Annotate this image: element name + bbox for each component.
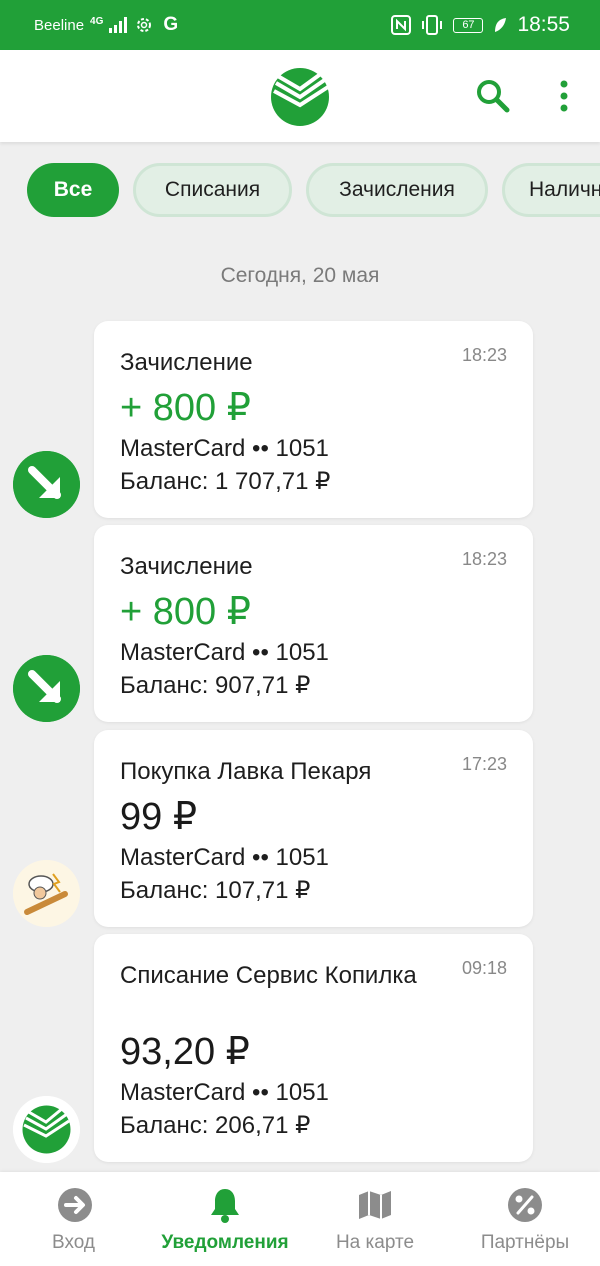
- arrow-down-right-icon: [13, 655, 80, 722]
- signal-icon: [109, 17, 128, 33]
- bottom-navigation: Вход Уведомления На карте Партнёры: [0, 1172, 600, 1266]
- more-vertical-icon[interactable]: [552, 77, 576, 115]
- leaf-icon: [495, 18, 507, 32]
- notification-card[interactable]: Списание Сервис Копилка 09:18 93,20 ₽ Ma…: [94, 934, 533, 1162]
- notification-balance: Баланс: 907,71 ₽: [120, 672, 311, 699]
- notification-card[interactable]: Зачисление 18:23 + 800 ₽ MasterCard •• 1…: [94, 321, 533, 518]
- notification-time: 09:18: [461, 958, 507, 978]
- nav-item-login[interactable]: Вход: [0, 1172, 150, 1266]
- notification-card[interactable]: Зачисление 18:23 + 800 ₽ MasterCard •• 1…: [94, 525, 533, 722]
- nav-label: На карте: [335, 1232, 415, 1253]
- notification-time: 18:23: [461, 549, 507, 569]
- filter-chip-label: Зачисления: [339, 178, 455, 201]
- login-arrow-icon: [58, 1188, 92, 1222]
- notification-balance: Баланс: 1 707,71 ₽: [120, 468, 331, 495]
- bell-icon: [211, 1189, 239, 1223]
- nav-label: Вход: [52, 1232, 95, 1253]
- nav-item-partners[interactable]: Партнёры: [450, 1172, 600, 1266]
- filter-chip-cash[interactable]: Наличные: [502, 163, 600, 217]
- notification-card-number: MasterCard •• 1051: [120, 844, 329, 871]
- nav-label: Уведомления: [161, 1232, 289, 1253]
- notification-card[interactable]: Покупка Лавка Пекаря 17:23 99 ₽ MasterCa…: [94, 730, 533, 927]
- filter-chip-label: Наличные: [529, 178, 600, 201]
- notification-title: Зачисление: [120, 553, 253, 580]
- settings-gear-icon: [137, 18, 152, 32]
- notification-balance: Баланс: 206,71 ₽: [120, 1112, 311, 1139]
- notification-card-number: MasterCard •• 1051: [120, 1079, 329, 1106]
- filter-chip-debits[interactable]: Списания: [133, 163, 292, 217]
- map-icon: [359, 1191, 391, 1219]
- nav-label: Партнёры: [480, 1232, 570, 1253]
- status-bar: Beeline 4G G 67 18:55: [0, 0, 600, 50]
- notification-title: Списание Сервис Копилка: [120, 962, 417, 989]
- notification-amount: 93,20 ₽: [120, 1031, 250, 1073]
- filter-chips: Все Списания Зачисления Наличные: [0, 163, 600, 217]
- network-type: 4G: [90, 15, 104, 27]
- nfc-icon: [391, 15, 412, 35]
- arrow-down-right-icon: [13, 451, 80, 518]
- carrier-name: Beeline: [34, 16, 85, 34]
- notification-balance: Баланс: 107,71 ₽: [120, 877, 311, 904]
- app-header: [0, 50, 600, 142]
- vibrate-icon: [422, 15, 443, 35]
- battery-indicator: 67: [453, 17, 484, 33]
- search-icon[interactable]: [474, 77, 512, 115]
- notification-card-number: MasterCard •• 1051: [120, 639, 329, 666]
- notification-amount: + 800 ₽: [120, 591, 251, 633]
- filter-chip-all[interactable]: Все: [27, 163, 119, 217]
- notification-title: Зачисление: [120, 349, 253, 376]
- notification-time: 18:23: [461, 345, 507, 365]
- sber-logo-icon: [271, 68, 330, 126]
- nav-item-map[interactable]: На карте: [300, 1172, 450, 1266]
- bakery-chef-icon: [13, 860, 80, 927]
- sber-logo-icon: [13, 1096, 80, 1163]
- nav-item-notifications[interactable]: Уведомления: [150, 1172, 300, 1266]
- status-left: Beeline 4G G: [34, 0, 178, 50]
- notification-amount: 99 ₽: [120, 796, 198, 838]
- notification-card-number: MasterCard •• 1051: [120, 435, 329, 462]
- date-header: Сегодня, 20 мая: [220, 264, 380, 287]
- filter-chip-label: Списания: [164, 178, 261, 201]
- percent-icon: [508, 1188, 542, 1222]
- notification-title: Покупка Лавка Пекаря: [120, 758, 372, 785]
- notification-amount: + 800 ₽: [120, 387, 251, 429]
- filter-chip-credits[interactable]: Зачисления: [306, 163, 488, 217]
- notification-time: 17:23: [461, 754, 507, 774]
- clock: 18:55: [517, 13, 570, 36]
- status-right: 67 18:55: [391, 0, 570, 50]
- google-g-icon: G: [163, 14, 179, 35]
- filter-chip-label: Все: [53, 178, 93, 201]
